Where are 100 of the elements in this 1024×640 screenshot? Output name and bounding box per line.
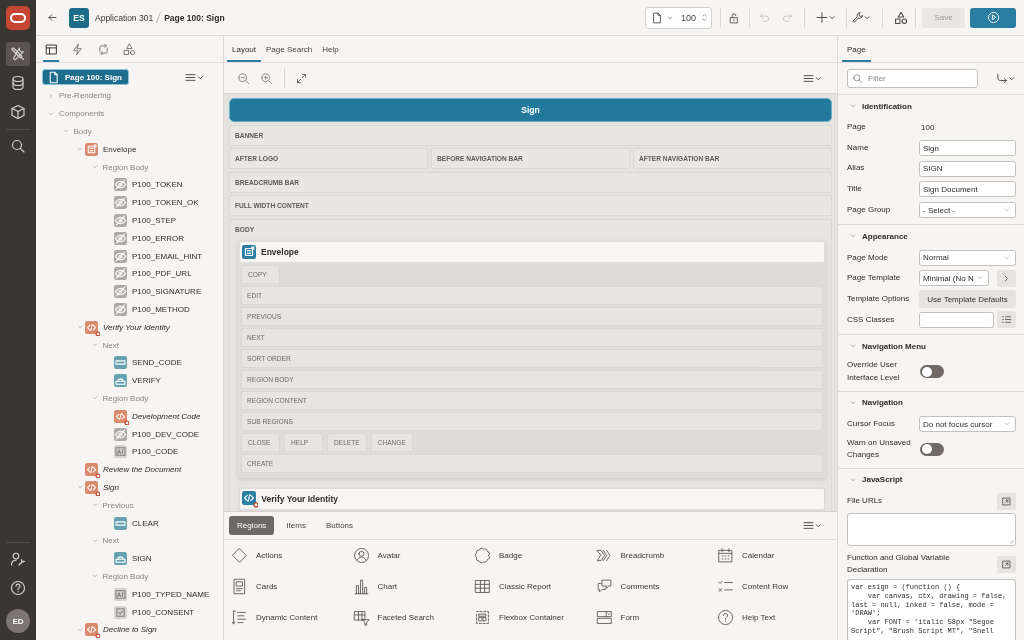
logo-icon[interactable] — [6, 6, 30, 30]
gallery-tab[interactable]: Buttons — [317, 516, 362, 535]
region-type-item[interactable]: Avatar — [352, 540, 474, 571]
region-type-item[interactable]: Faceted Search — [352, 602, 474, 633]
select-field[interactable]: Do not focus cursor — [919, 416, 1016, 433]
tree-node[interactable]: Development Code — [114, 408, 204, 424]
add-menu-icon[interactable] — [816, 11, 836, 24]
select-field[interactable]: Minimal (No N — [919, 270, 989, 287]
filter-field[interactable]: Filter — [847, 69, 978, 88]
tree-node[interactable]: Region Body — [99, 568, 152, 584]
diamond-icon — [231, 547, 248, 564]
expand-icon[interactable] — [296, 72, 307, 84]
region-type-item[interactable]: Help Text — [717, 602, 839, 633]
tree-node[interactable]: P100_PDF_URL — [114, 266, 195, 282]
list-icon[interactable] — [997, 311, 1016, 329]
section-header[interactable]: Identification — [838, 95, 1024, 117]
section-header[interactable]: Navigation Menu — [838, 335, 1024, 358]
template-defaults-button[interactable]: Use Template Defaults — [919, 290, 1016, 309]
region-type-item[interactable]: Content Row — [717, 571, 839, 602]
property-label: Function and Global Variable Declaration — [847, 551, 951, 577]
button-icon — [114, 516, 127, 530]
back-arrow-icon[interactable] — [47, 12, 58, 23]
region-type-item[interactable]: Dynamic Content — [231, 602, 353, 633]
popout-icon[interactable] — [997, 492, 1016, 510]
region-type-item[interactable]: Calendar — [717, 540, 839, 571]
zoom-out-icon[interactable] — [237, 71, 250, 85]
text-field[interactable]: Sign — [919, 140, 1016, 157]
tree-node[interactable]: Sign — [85, 479, 122, 495]
tree-node[interactable]: Next — [99, 533, 122, 549]
select-field[interactable]: - Select - — [919, 202, 1016, 219]
padlock-icon[interactable] — [728, 11, 740, 24]
tree-node[interactable]: P100_TOKEN — [114, 177, 186, 193]
tree-node[interactable]: P100_CONSENT — [114, 604, 198, 620]
tree-node[interactable]: SEND_CODE — [114, 355, 185, 371]
tree-node[interactable]: Region Body — [99, 390, 152, 406]
region-type-item[interactable]: Badge — [474, 540, 596, 571]
tree-node[interactable]: VERIFY — [114, 373, 164, 389]
shapes-icon[interactable] — [894, 10, 908, 25]
region-type-item[interactable]: Chart — [352, 571, 474, 602]
text-field[interactable]: SIGN — [919, 160, 1016, 177]
region-type-item[interactable]: Flexbox Container — [474, 602, 596, 633]
tree-node[interactable]: Pre-Rendering — [56, 88, 115, 104]
tree-node[interactable]: Review the Document — [85, 462, 185, 478]
tree-node[interactable]: Components — [56, 106, 108, 122]
property-tab[interactable]: Page — [842, 36, 871, 62]
tree-node[interactable]: P100_EMAIL_HINT — [114, 248, 206, 264]
tree-node[interactable]: P100_TOKEN_OK — [114, 195, 202, 211]
tree-node[interactable]: Previous — [99, 497, 137, 513]
page-selector[interactable]: 100 — [645, 6, 712, 29]
editor-tab[interactable]: Page Search — [261, 36, 318, 62]
gallery-tab[interactable]: Items — [278, 516, 314, 535]
zoom-in-icon[interactable] — [260, 71, 273, 85]
tree-node[interactable]: P100_ERROR — [114, 230, 188, 246]
popout-icon[interactable] — [997, 555, 1016, 573]
section-header[interactable]: JavaScript — [838, 468, 1024, 491]
run-button[interactable] — [970, 7, 1016, 28]
region-type-item[interactable]: Comments — [595, 571, 717, 602]
region-type-item[interactable]: Breadcrumb — [595, 540, 717, 571]
tree-node[interactable]: Envelope — [85, 141, 140, 157]
tree-node[interactable]: Region Body — [99, 159, 152, 175]
toggle-switch[interactable] — [920, 365, 944, 379]
property-label: Page Group — [847, 203, 892, 216]
section-header[interactable]: Appearance — [838, 225, 1024, 248]
region-type-item[interactable]: Cards — [231, 571, 353, 602]
textarea-field[interactable] — [847, 512, 1016, 546]
tree-node[interactable]: P100_TYPED_NAME — [114, 586, 213, 602]
region-type-item[interactable]: Form — [595, 602, 717, 633]
region-header[interactable]: Verify Your Identity — [240, 488, 824, 509]
select-field[interactable]: Normal — [919, 249, 1016, 266]
gallery-tab[interactable]: Regions — [229, 516, 275, 535]
user-avatar[interactable]: ED — [6, 609, 30, 633]
menu-icon[interactable] — [803, 519, 823, 532]
wrench-menu-icon[interactable] — [851, 11, 871, 24]
tree-node[interactable]: CLEAR — [114, 515, 162, 531]
text-field[interactable] — [919, 311, 994, 328]
text-field[interactable]: Sign Document — [919, 181, 1016, 198]
tree-node[interactable]: Page 100: Sign — [42, 69, 129, 85]
section-header[interactable]: Navigation — [838, 391, 1024, 414]
page-bar[interactable]: Sign — [229, 98, 832, 122]
nav-rail-tab[interactable] — [6, 42, 30, 66]
region-type-item[interactable]: Classic Report — [474, 571, 596, 602]
table-filter-icon — [352, 609, 370, 626]
tree-node[interactable]: SIGN — [114, 551, 155, 567]
editor-tab[interactable]: Help — [317, 36, 344, 62]
text-field-icon — [114, 445, 127, 459]
toggle-switch[interactable] — [920, 442, 944, 456]
tree-node[interactable]: P100_STEP — [114, 212, 180, 228]
region-header[interactable]: Envelope — [240, 241, 824, 262]
tree-node[interactable]: Verify Your Identity — [85, 319, 173, 335]
return-arrow-icon[interactable] — [996, 72, 1016, 85]
region-type-item[interactable]: Actions — [231, 540, 353, 571]
tree-node[interactable]: P100_DEV_CODE — [114, 426, 203, 442]
tree-node[interactable]: Decline to Sign — [85, 622, 160, 638]
bar-chart-icon — [352, 578, 370, 595]
tree-node[interactable]: Body — [70, 124, 95, 139]
app-name-link[interactable]: Application 301 — [95, 12, 154, 23]
tree-node[interactable]: P100_METHOD — [114, 301, 193, 317]
tree-node[interactable]: P100_SIGNATURE — [114, 284, 205, 300]
tree-node[interactable]: Next — [99, 337, 122, 353]
tree-node[interactable]: P100_CODE — [114, 444, 182, 460]
